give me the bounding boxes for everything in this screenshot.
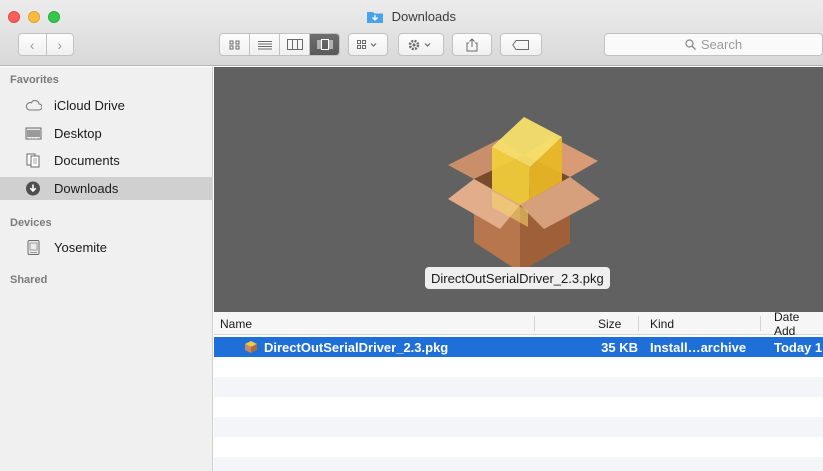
column-header-size[interactable]: Size [598, 312, 621, 335]
sidebar-item-label: Yosemite [54, 240, 107, 255]
column-divider[interactable] [638, 316, 639, 331]
package-icon [245, 341, 257, 353]
downloads-folder-icon [367, 12, 384, 23]
empty-row [214, 397, 823, 417]
arrange-button[interactable] [348, 33, 388, 56]
empty-row [214, 417, 823, 437]
window-toolbar: Downloads ‹ › Search [0, 0, 823, 66]
sidebar-item-label: Documents [54, 153, 120, 168]
column-header-name[interactable]: Name [220, 312, 252, 335]
sidebar-item-downloads[interactable]: Downloads [0, 177, 212, 200]
list-view-icon[interactable] [249, 34, 279, 55]
empty-row [214, 437, 823, 457]
sidebar-item-icloud-drive[interactable]: iCloud Drive [0, 94, 212, 117]
preview-filename-label: DirectOutSerialDriver_2.3.pkg [425, 267, 610, 289]
downloads-icon [26, 181, 40, 196]
package-icon[interactable] [404, 107, 644, 272]
sidebar: Favorites iCloud Drive Desktop Documents… [0, 67, 213, 471]
sidebar-item-desktop[interactable]: Desktop [0, 122, 212, 145]
empty-row [214, 357, 823, 377]
column-header-date-added[interactable]: Date Add [774, 310, 823, 338]
coverflow-preview: DirectOutSerialDriver_2.3.pkg [214, 67, 823, 312]
sidebar-item-documents[interactable]: Documents [0, 149, 212, 172]
table-row[interactable]: DirectOutSerialDriver_2.3.pkg 35 KB Inst… [214, 337, 823, 357]
gear-icon [408, 39, 431, 50]
chevron-left-icon[interactable]: ‹ [19, 34, 46, 55]
desktop-icon [25, 127, 42, 140]
chevron-right-icon[interactable]: › [45, 34, 74, 55]
file-list: Name Size Kind Date Add DirectOutSerialD… [214, 310, 823, 471]
sidebar-section-favorites: Favorites [10, 74, 59, 86]
tags-button[interactable] [500, 33, 542, 56]
file-kind: Install…archive [650, 339, 747, 355]
share-icon [466, 37, 478, 51]
sidebar-item-label: iCloud Drive [54, 98, 125, 113]
search-field[interactable]: Search [604, 33, 823, 56]
arrange-icon [357, 39, 377, 49]
column-header-kind[interactable]: Kind [650, 312, 674, 335]
column-divider[interactable] [760, 316, 761, 331]
sidebar-item-yosemite[interactable]: Yosemite [0, 236, 212, 259]
list-header: Name Size Kind Date Add [214, 310, 823, 338]
search-icon [685, 39, 696, 50]
sidebar-item-label: Downloads [54, 181, 119, 196]
documents-icon [26, 153, 40, 168]
empty-row [214, 457, 823, 471]
share-button[interactable] [452, 33, 492, 56]
window-title-text: Downloads [391, 9, 456, 24]
column-view-icon[interactable] [279, 34, 309, 55]
empty-row [214, 377, 823, 397]
file-size: 35 KB [601, 339, 638, 355]
sidebar-section-shared: Shared [10, 274, 48, 286]
view-mode-control [219, 33, 340, 56]
coverflow-view-icon[interactable] [309, 34, 339, 55]
search-placeholder: Search [700, 37, 743, 52]
sidebar-item-label: Desktop [54, 126, 102, 141]
disk-icon [27, 240, 40, 255]
column-divider[interactable] [534, 316, 535, 331]
window-title: Downloads [0, 9, 823, 25]
icon-view-icon[interactable] [220, 34, 249, 55]
navigation-buttons: ‹ › [18, 33, 74, 56]
file-date-added: Today 1 [774, 339, 823, 355]
sidebar-section-devices: Devices [10, 217, 52, 229]
tag-icon [512, 39, 529, 50]
file-name: DirectOutSerialDriver_2.3.pkg [264, 339, 449, 355]
action-button[interactable] [398, 33, 444, 56]
cloud-icon [25, 99, 42, 111]
